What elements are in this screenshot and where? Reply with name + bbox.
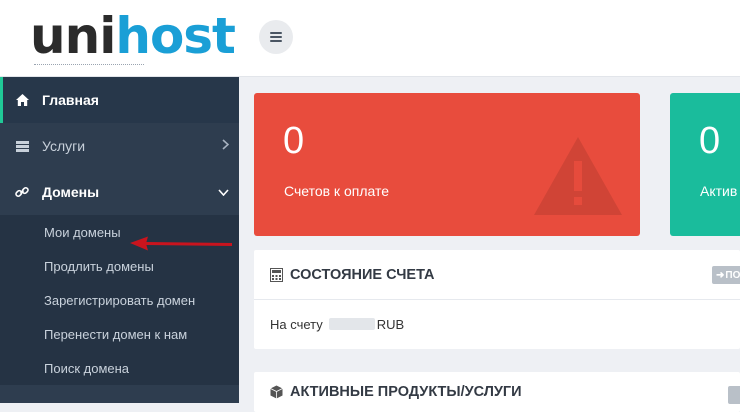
active-services-label: Актив [700,183,738,199]
sidebar-item-domains[interactable]: Домены [0,169,239,215]
balance-amount-redacted [328,318,375,330]
balance-currency: RUB [376,317,405,332]
chevron-down-icon [218,185,229,199]
submenu-item-domain-search[interactable]: Поиск домена [0,351,239,385]
sidebar-item-label: Домены [42,184,100,200]
active-products-panel: АКТИВНЫЕ ПРОДУКТЫ/УСЛУГИ [254,372,740,412]
cube-icon [270,385,283,399]
account-balance-panel: СОСТОЯНИЕ СЧЕТА ➜ ПО На счету RUB [254,250,740,349]
panel-header: АКТИВНЫЕ ПРОДУКТЫ/УСЛУГИ [254,372,740,412]
submenu-item-register-domain[interactable]: Зарегистрировать домен [0,283,239,317]
hamburger-icon [270,32,282,42]
logo-text-host: host [115,7,236,65]
top-header: unihost [0,0,740,77]
panel-header: СОСТОЯНИЕ СЧЕТА [254,250,740,300]
server-icon [14,140,30,152]
sidebar-item-home[interactable]: Главная [0,77,239,123]
balance-label: На счету [270,317,323,332]
submenu-item-transfer-domain[interactable]: Перенести домен к нам [0,317,239,351]
sidebar-item-label: Услуги [42,138,86,154]
home-icon [14,94,30,106]
logo-tagline-placeholder [34,64,144,66]
calculator-icon [270,267,283,282]
unihost-logo[interactable]: unihost [30,6,236,66]
warning-icon [534,137,622,215]
chevron-right-icon [222,139,230,153]
top-up-button-label: ПО [725,269,740,281]
sidebar-item-services[interactable]: Услуги [0,123,239,169]
add-service-button[interactable] [728,386,740,404]
sidebar-item-label: Главная [42,92,99,108]
arrow-right-icon: ➜ [716,269,725,281]
unpaid-invoices-card[interactable]: 0 Счетов к оплате [254,93,640,236]
top-up-button[interactable]: ➜ ПО [712,266,740,284]
link-icon [14,185,30,199]
active-services-count: 0 [699,120,721,162]
panel-title: СОСТОЯНИЕ СЧЕТА [290,266,435,283]
unpaid-invoices-label: Счетов к оплате [284,183,390,199]
active-services-card[interactable]: 0 Актив [670,93,740,236]
unpaid-invoices-count: 0 [283,120,305,162]
balance-row: На счету RUB [254,300,740,349]
logo-text-uni: uni [30,7,116,65]
menu-toggle-button[interactable] [259,20,293,54]
panel-title: АКТИВНЫЕ ПРОДУКТЫ/УСЛУГИ [290,384,522,400]
annotation-arrow-icon [130,236,232,251]
submenu-item-renew-domains[interactable]: Продлить домены [0,249,239,283]
